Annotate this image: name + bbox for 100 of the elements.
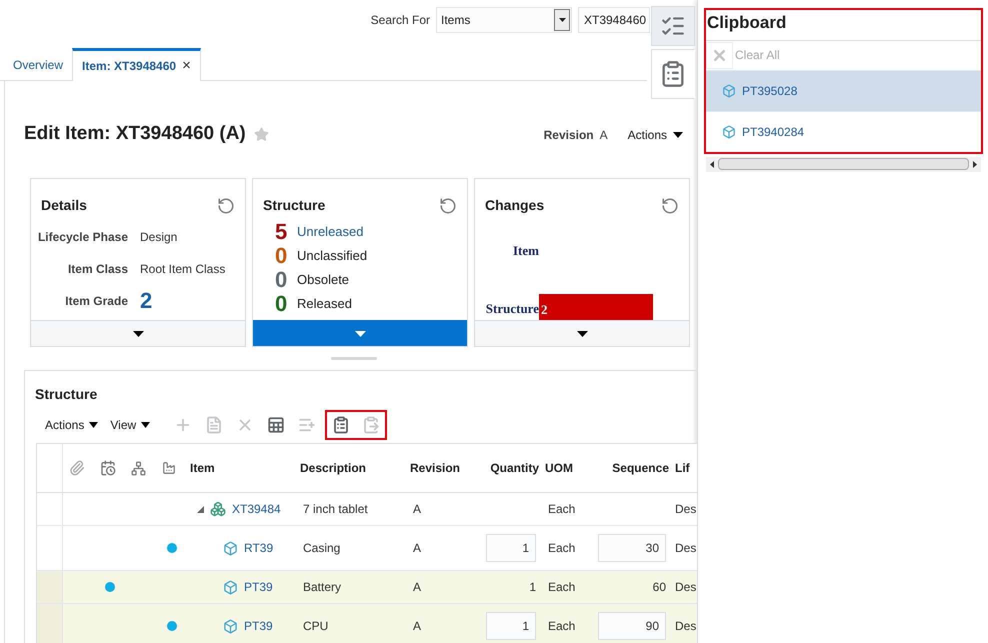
- expand-icon[interactable]: [197, 506, 204, 512]
- side-tab[interactable]: [651, 49, 695, 99]
- table-cell-text: Des: [675, 579, 696, 596]
- caret-icon: [558, 18, 566, 22]
- table-cell-text: A: [413, 579, 422, 596]
- status-label: Obsolete: [297, 271, 350, 290]
- axis-label: Item: [512, 242, 539, 260]
- cube-icon: [223, 540, 238, 556]
- clipboard-item[interactable]: PT395028: [706, 70, 981, 110]
- panel-title: Clipboard: [706, 10, 981, 40]
- cube-icon: [722, 124, 736, 138]
- cube-icon: [223, 618, 238, 634]
- column-header: Lif: [675, 460, 690, 477]
- table-cell-text: A: [413, 618, 422, 635]
- attachment-icon: [69, 460, 85, 476]
- axis-label: Structure: [484, 300, 539, 318]
- caret-icon: [354, 330, 366, 336]
- column-header: Description: [300, 460, 366, 477]
- status-label: Released: [297, 295, 352, 314]
- hierarchy-icon: [131, 460, 146, 476]
- status-link[interactable]: Unreleased: [297, 222, 364, 242]
- assembly-icon: [210, 501, 226, 517]
- search-label: Search For: [370, 12, 430, 29]
- card-title: Structure: [263, 196, 326, 215]
- field-label: Item Grade: [64, 293, 128, 310]
- scroll-right-icon[interactable]: [973, 160, 977, 168]
- table-cell-text: 60: [652, 579, 666, 596]
- table-cell-text: Casing: [303, 540, 340, 557]
- table-cell-text: 1: [529, 579, 536, 596]
- table-row[interactable]: PT39 Battery A 1 Each 60 Des: [37, 571, 697, 604]
- table-icon[interactable]: [267, 416, 286, 434]
- column-header: Sequence: [612, 460, 669, 477]
- cube-icon: [722, 84, 736, 98]
- sequence-field[interactable]: 90: [598, 612, 666, 640]
- field-value: Root Item Class: [140, 261, 226, 278]
- table-cell-text: 7 inch tablet: [303, 501, 368, 518]
- column-header: Item: [190, 460, 215, 477]
- refresh-icon[interactable]: [217, 196, 235, 214]
- count: 0: [275, 245, 288, 267]
- item-link[interactable]: PT39: [244, 617, 273, 635]
- section-title: Structure: [34, 385, 98, 404]
- table-cell-text: CPU: [303, 618, 328, 635]
- field-label: Item Class: [66, 261, 128, 278]
- toolbar-menu[interactable]: Actions: [45, 416, 98, 434]
- item-link[interactable]: RT39: [244, 539, 274, 557]
- caret-icon: [89, 422, 98, 428]
- side-tab[interactable]: [651, 6, 695, 46]
- caret-icon: [673, 132, 683, 138]
- value-label: 2: [541, 302, 548, 317]
- field-value: Design: [140, 229, 178, 246]
- status-label: Unclassified: [297, 247, 368, 266]
- tab[interactable]: Item: XT3948460 ×: [72, 48, 201, 81]
- table-row[interactable]: RT39 Casing A 1 Each 30 Des: [37, 526, 697, 571]
- table-cell-text: Each: [548, 501, 576, 518]
- field-value: 2: [140, 293, 152, 309]
- splitter-handle[interactable]: [331, 357, 377, 360]
- toolbar-menu[interactable]: View: [110, 416, 150, 434]
- table-cell-text: Each: [548, 540, 576, 557]
- column-header: UOM: [545, 460, 573, 477]
- revision-label: Revision: [544, 126, 594, 144]
- sequence-field[interactable]: 30: [598, 534, 666, 562]
- table-row[interactable]: PT39 CPU A 1 Each 90 Des: [37, 604, 697, 643]
- favorite-star-icon[interactable]: [254, 127, 269, 142]
- factory-icon: [162, 461, 176, 475]
- page-title: Edit Item: XT3948460 (A): [24, 122, 246, 146]
- table-cell-text: Battery: [303, 579, 342, 596]
- quantity-field[interactable]: 1: [486, 534, 536, 562]
- search-field[interactable]: XT3948460: [578, 7, 650, 33]
- revision-value: A: [600, 126, 608, 144]
- table-cell-text: Des: [675, 501, 696, 518]
- horizontal-scrollbar[interactable]: [706, 156, 981, 172]
- column-header: Revision: [410, 460, 460, 477]
- item-link[interactable]: PT39: [244, 578, 273, 596]
- actions-menu[interactable]: Actions: [628, 126, 683, 144]
- change-order-icon: [100, 460, 116, 476]
- table-cell-text: Each: [548, 579, 576, 596]
- count: 5: [275, 221, 288, 243]
- column-header: Quantity: [490, 460, 539, 477]
- search-type-select[interactable]: Items: [436, 7, 572, 33]
- caret-icon: [132, 330, 144, 336]
- caret-icon: [576, 330, 588, 336]
- close-tab-button[interactable]: ×: [182, 54, 191, 78]
- tab[interactable]: Overview: [4, 48, 72, 81]
- table-row[interactable]: XT39484 7 inch tablet A Each Des: [37, 493, 697, 526]
- caret-icon: [141, 422, 150, 428]
- quantity-field[interactable]: 1: [486, 612, 536, 640]
- table-cell-text: Des: [675, 540, 696, 557]
- scroll-left-icon[interactable]: [710, 160, 714, 168]
- table-cell-text: Des: [675, 618, 696, 635]
- refresh-icon[interactable]: [661, 196, 679, 214]
- table-cell-text: A: [413, 540, 422, 557]
- table-cell-text: A: [413, 501, 422, 518]
- card-title: Details: [41, 196, 87, 215]
- refresh-icon[interactable]: [439, 196, 457, 214]
- table-cell-text: Each: [548, 618, 576, 635]
- count: 0: [275, 269, 288, 291]
- item-link[interactable]: XT39484: [232, 500, 281, 518]
- card-title: Changes: [485, 196, 544, 215]
- count: 0: [275, 293, 288, 315]
- cube-icon: [223, 580, 238, 594]
